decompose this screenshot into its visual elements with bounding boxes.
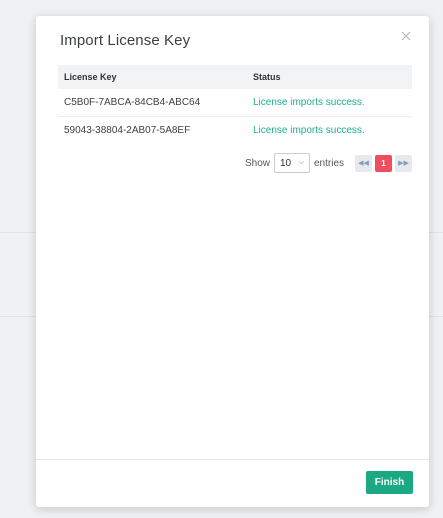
table-row: 59043-38804-2AB07-5A8EF License imports … [58,116,412,144]
double-chevron-left-icon: ◀◀ [358,160,369,167]
column-header-status[interactable]: Status [247,65,412,89]
entries-value: 10 [279,157,292,169]
import-license-dialog: Import License Key License Key Status C5… [36,16,429,507]
table-header-row: License Key Status [58,65,412,89]
double-chevron-right-icon: ▶▶ [398,160,409,167]
pagination: Show 10 ⌵ entries ◀◀ 1 ▶▶ [241,153,412,173]
entries-label: entries [313,157,344,169]
table-row: C5B0F-7ABCA-84CB4-ABC64 License imports … [58,89,412,117]
chevron-down-icon: ⌵ [298,159,304,166]
footer-divider [36,459,429,460]
license-key-cell: 59043-38804-2AB07-5A8EF [58,116,247,144]
column-header-license-key[interactable]: License Key [58,65,247,89]
dialog-title: Import License Key [60,32,191,49]
show-label: Show [244,157,270,169]
first-page-button[interactable]: ◀◀ [355,154,372,172]
finish-button[interactable]: Finish [366,471,413,494]
close-icon[interactable] [400,30,412,42]
status-cell: License imports success. [253,97,365,108]
status-cell: License imports success. [247,116,412,144]
license-table: License Key Status C5B0F-7ABCA-84CB4-ABC… [58,65,412,144]
license-key-cell: C5B0F-7ABCA-84CB4-ABC64 [64,97,201,108]
last-page-button[interactable]: ▶▶ [395,154,412,172]
page-button-current[interactable]: 1 [375,154,392,172]
entries-select[interactable]: 10 ⌵ [273,153,310,173]
